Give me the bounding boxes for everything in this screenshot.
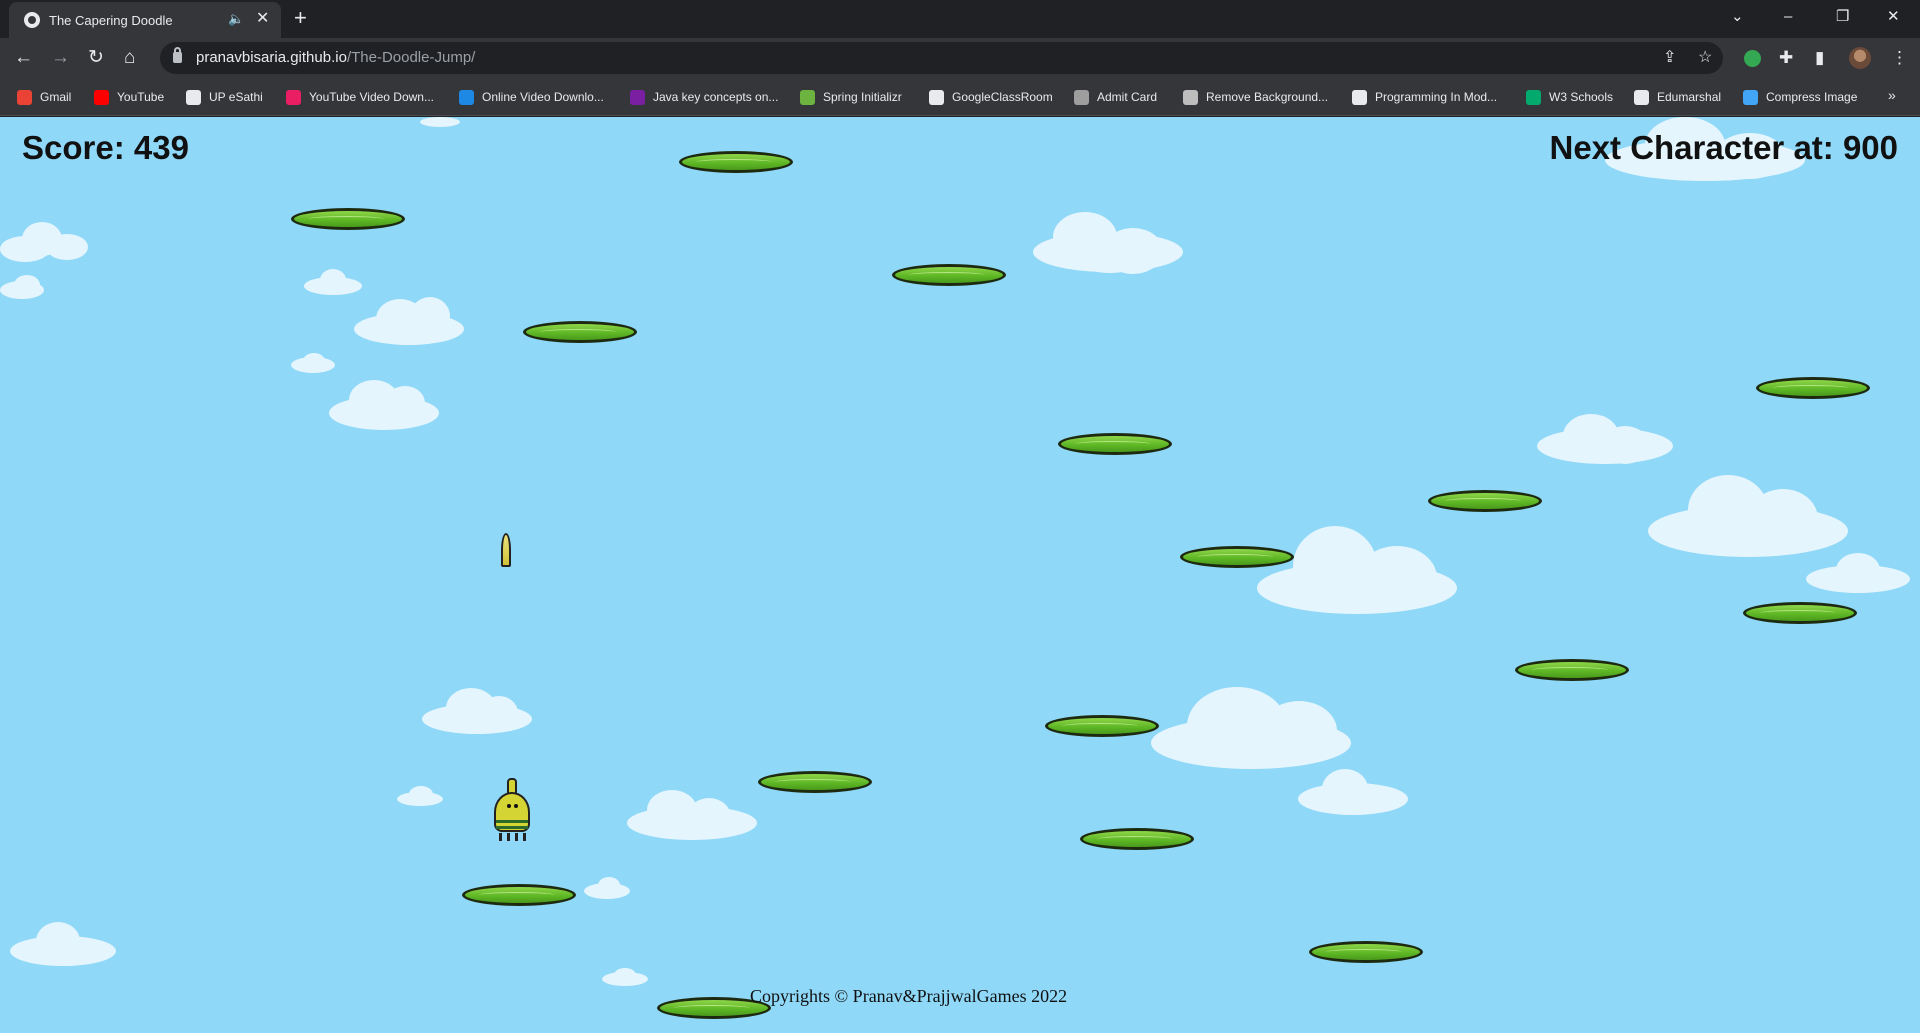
score-display: Score: 439 [22, 129, 189, 166]
extension-green-icon[interactable] [1744, 50, 1761, 67]
bookmarks-overflow-icon[interactable]: » [1888, 87, 1896, 103]
bookmark-youtube-downloader[interactable]: YouTube Video Down... [286, 89, 434, 105]
youtube-icon [94, 89, 109, 105]
platform [1180, 546, 1294, 568]
bookmark-gmail[interactable]: Gmail [17, 89, 71, 105]
admit-card-icon [1074, 89, 1089, 105]
bookmark-admit-card[interactable]: Admit Card [1074, 89, 1157, 105]
bullet-projectile [501, 533, 511, 567]
bookmark-star-icon[interactable]: ☆ [1698, 48, 1712, 68]
platform [892, 264, 1006, 286]
share-icon[interactable]: ⇪ [1663, 48, 1676, 68]
platform [1058, 433, 1172, 455]
bookmark-up-esathi[interactable]: UP eSathi [186, 89, 263, 105]
menu-dots-icon[interactable]: ⋮ [1891, 48, 1908, 68]
tab-search-icon[interactable]: ⌄ [1731, 8, 1744, 26]
platform [1045, 715, 1159, 737]
home-icon[interactable]: ⌂ [124, 47, 135, 69]
downloader-icon [286, 89, 301, 105]
restore-button[interactable]: ❐ [1836, 8, 1849, 26]
address-bar[interactable]: pranavbisaria.github.io/The-Doodle-Jump/… [160, 42, 1723, 74]
remove-bg-icon [1183, 89, 1198, 105]
platform [1756, 377, 1870, 399]
bookmark-classroom[interactable]: GoogleClassRoom [929, 89, 1053, 105]
google-g-icon [1352, 89, 1367, 105]
bookmark-youtube[interactable]: YouTube [94, 89, 164, 105]
spring-leaf-icon [800, 89, 815, 105]
bookmark-programming[interactable]: Programming In Mod... [1352, 89, 1497, 105]
game-canvas[interactable]: Score: 439 Next Character at: 900 Copyri… [0, 117, 1920, 1033]
image-icon [1743, 89, 1758, 105]
up-esathi-icon [186, 89, 201, 105]
bookmark-remove-bg[interactable]: Remove Background... [1183, 89, 1328, 105]
gmail-icon [17, 89, 32, 105]
speaker-icon[interactable]: 🔈 [228, 11, 244, 27]
google-g-icon [929, 89, 944, 105]
new-tab-button[interactable]: + [294, 6, 307, 30]
copyright-footer: Copyrights © Pranav&PrajjwalGames 2022 [750, 986, 1068, 1006]
platform [679, 151, 793, 173]
platform [1080, 828, 1194, 850]
platform [291, 208, 405, 230]
close-window-button[interactable]: ✕ [1887, 8, 1900, 26]
url-text[interactable]: pranavbisaria.github.io/The-Doodle-Jump/ [196, 49, 475, 66]
platform [462, 884, 576, 906]
browser-tab[interactable]: The Capering Doodle 🔈 ✕ [9, 2, 281, 38]
bookmark-online-video[interactable]: Online Video Downlo... [459, 89, 604, 105]
globe-icon [24, 12, 40, 28]
platform [1743, 602, 1857, 624]
lock-icon[interactable] [173, 47, 182, 63]
extensions-puzzle-icon[interactable]: ✚ [1779, 48, 1793, 68]
bookmark-spring[interactable]: Spring Initializr [800, 89, 902, 105]
minimize-button[interactable]: – [1784, 8, 1792, 26]
platform [758, 771, 872, 793]
platform [1515, 659, 1629, 681]
tab-strip: The Capering Doodle 🔈 ✕ + ⌄ – ❐ ✕ [0, 0, 1920, 38]
bookmark-edumarshal[interactable]: Edumarshal [1634, 89, 1721, 105]
platform [523, 321, 637, 343]
w3schools-icon [1526, 89, 1541, 105]
bookmarks-bar: Gmail YouTube UP eSathi YouTube Video Do… [0, 78, 1920, 116]
back-arrow-icon[interactable]: ← [14, 47, 33, 69]
document-icon [1634, 89, 1649, 105]
bookmark-w3schools[interactable]: W3 Schools [1526, 89, 1613, 105]
tab-title: The Capering Doodle [49, 13, 173, 28]
platform [1428, 490, 1542, 512]
doodler-character [490, 778, 534, 842]
bookmark-compress-image[interactable]: Compress Image [1743, 89, 1857, 105]
side-panel-icon[interactable]: ▮ [1815, 48, 1824, 68]
reload-icon[interactable]: ↻ [88, 47, 104, 69]
java-icon [630, 89, 645, 105]
browser-toolbar: ← → ↻ ⌂ pranavbisaria.github.io/The-Dood… [0, 38, 1920, 78]
bookmark-java[interactable]: Java key concepts on... [630, 89, 778, 105]
platform [1309, 941, 1423, 963]
next-character-display: Next Character at: 900 [1549, 129, 1899, 166]
s-letter-icon [459, 89, 474, 105]
forward-arrow-icon[interactable]: → [51, 47, 70, 69]
close-tab-icon[interactable]: ✕ [256, 9, 269, 29]
profile-avatar[interactable] [1849, 47, 1871, 69]
